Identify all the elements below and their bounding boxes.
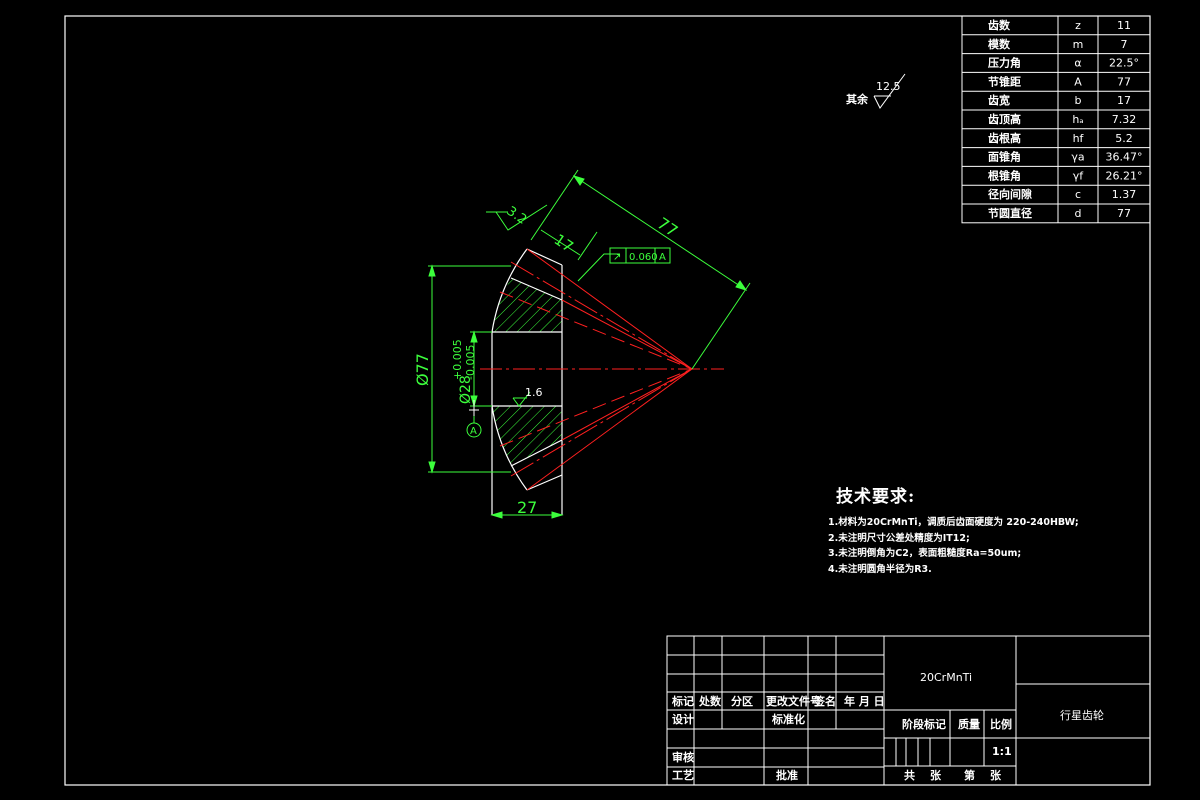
dim-cone-distance: 77 bbox=[654, 214, 682, 241]
param-symbol: hf bbox=[1073, 132, 1085, 145]
param-value: 77 bbox=[1117, 75, 1131, 88]
param-symbol: γa bbox=[1071, 151, 1084, 164]
tb-part-name: 行星齿轮 bbox=[1060, 708, 1104, 722]
tech-requirement-item: 3.未注明倒角为C2，表面粗糙度Ra=50um; bbox=[828, 548, 1022, 559]
tb-header-design: 设计 bbox=[672, 712, 694, 726]
param-value: 11 bbox=[1117, 19, 1131, 32]
dim-outer-diameter: Ø77 bbox=[413, 353, 432, 386]
tb-header-stage: 阶段标记 bbox=[902, 717, 946, 731]
tb-scale: 1:1 bbox=[992, 745, 1012, 758]
param-symbol: d bbox=[1075, 207, 1082, 220]
tb-header-sheets: 张 bbox=[930, 768, 942, 782]
param-symbol: α bbox=[1074, 57, 1081, 70]
param-symbol: z bbox=[1075, 19, 1081, 32]
gear-drawing: 77 17 3.2 0.060 A ↗ Ø77 Ø28 +0.005 -0.00… bbox=[413, 169, 751, 519]
tb-header-date: 年 月 日 bbox=[844, 694, 885, 708]
param-symbol: b bbox=[1075, 94, 1082, 107]
roughness-note: 其余 12.5 bbox=[846, 73, 906, 109]
param-name: 齿顶高 bbox=[988, 112, 1021, 126]
param-value: 7.32 bbox=[1112, 113, 1137, 126]
tb-header-review: 审核 bbox=[672, 750, 694, 764]
param-symbol: m bbox=[1073, 38, 1084, 51]
parameter-table: 齿数 z 11 模数 m 7 压力角 α 22.5° 节锥距 A 77 齿宽 b 17 齿顶高 hₐ 7.32 齿根… bbox=[961, 15, 1151, 224]
roughness-note-label: 其余 bbox=[846, 92, 869, 106]
gdt-arrow-icon: ↗ bbox=[613, 252, 621, 263]
title-block-text: 20CrMnTi 行星齿轮 1:1 标记 处数 分区 更改文件号 签名 年 月 … bbox=[671, 671, 1104, 782]
param-name: 径向间隙 bbox=[988, 187, 1032, 201]
datum-label: A bbox=[470, 426, 477, 437]
param-value: 26.21° bbox=[1106, 169, 1143, 182]
dim-face-width: 17 bbox=[551, 230, 577, 256]
param-value: 1.37 bbox=[1112, 188, 1137, 201]
tb-header-count: 处数 bbox=[698, 694, 722, 708]
tb-header-doc-no: 更改文件号 bbox=[766, 694, 821, 708]
gdt-datum: A bbox=[659, 252, 666, 263]
tb-header-approve: 批准 bbox=[776, 768, 798, 782]
tb-header-zone: 分区 bbox=[731, 694, 753, 708]
roughness-note-value: 12.5 bbox=[876, 80, 901, 93]
tb-header-sheet-unit: 张 bbox=[990, 768, 1002, 782]
roughness-face-value: 3.2 bbox=[504, 204, 530, 228]
tb-header-sign: 签名 bbox=[813, 694, 836, 708]
param-value: 17 bbox=[1117, 94, 1131, 107]
param-symbol: γf bbox=[1073, 169, 1085, 182]
tb-header-ratio: 比例 bbox=[990, 717, 1012, 731]
param-name: 面锥角 bbox=[988, 150, 1021, 164]
param-value: 22.5° bbox=[1109, 57, 1139, 70]
section-hatch-lower bbox=[492, 406, 562, 466]
param-name: 根锥角 bbox=[988, 168, 1021, 182]
param-name: 节锥距 bbox=[988, 74, 1021, 88]
tb-header-process: 工艺 bbox=[672, 768, 694, 782]
param-name: 压力角 bbox=[988, 56, 1021, 70]
param-name: 齿根高 bbox=[988, 131, 1021, 145]
tb-header-mark: 标记 bbox=[671, 694, 694, 708]
param-name: 齿数 bbox=[988, 18, 1011, 32]
tech-requirement-item: 1.材料为20CrMnTi，调质后齿面硬度为 220-240HBW; bbox=[828, 517, 1079, 528]
param-name: 模数 bbox=[988, 37, 1011, 51]
dim-hub-length: 27 bbox=[517, 498, 537, 517]
tech-requirement-item: 2.未注明尺寸公差处精度为IT12; bbox=[828, 532, 970, 544]
param-symbol: A bbox=[1074, 75, 1082, 88]
param-value: 5.2 bbox=[1115, 132, 1133, 145]
tech-requirements-list: 1.材料为20CrMnTi，调质后齿面硬度为 220-240HBW; 2.未注明… bbox=[828, 515, 1148, 577]
param-name: 节圆直径 bbox=[988, 206, 1032, 220]
tech-requirements: 技术要求: 1.材料为20CrMnTi，调质后齿面硬度为 220-240HBW;… bbox=[828, 482, 1148, 577]
param-value: 77 bbox=[1117, 207, 1131, 220]
param-symbol: c bbox=[1075, 188, 1081, 201]
dim-bore-tol-lower: -0.005 bbox=[464, 345, 477, 380]
tb-header-total: 共 bbox=[904, 768, 915, 782]
param-value: 36.47° bbox=[1106, 151, 1143, 164]
tb-material: 20CrMnTi bbox=[920, 671, 972, 684]
dim-bore-tol-upper: +0.005 bbox=[451, 339, 464, 380]
tech-requirement-item: 4.未注明圆角半径为R3. bbox=[828, 563, 932, 575]
gdt-value: 0.060 bbox=[629, 252, 658, 263]
tb-header-sheet-no: 第 bbox=[964, 768, 975, 782]
param-name: 齿宽 bbox=[988, 93, 1010, 107]
drawing-sheet: 齿数 z 11 模数 m 7 压力角 α 22.5° 节锥距 A 77 齿宽 b 17 齿顶高 hₐ 7.32 齿根… bbox=[64, 15, 1151, 786]
tb-header-standard: 标准化 bbox=[771, 712, 805, 726]
param-value: 7 bbox=[1121, 38, 1128, 51]
tech-requirements-title: 技术要求: bbox=[836, 487, 916, 507]
param-symbol: hₐ bbox=[1072, 113, 1083, 126]
tb-header-weight: 质量 bbox=[958, 717, 980, 731]
roughness-bore-value: 1.6 bbox=[525, 386, 543, 399]
